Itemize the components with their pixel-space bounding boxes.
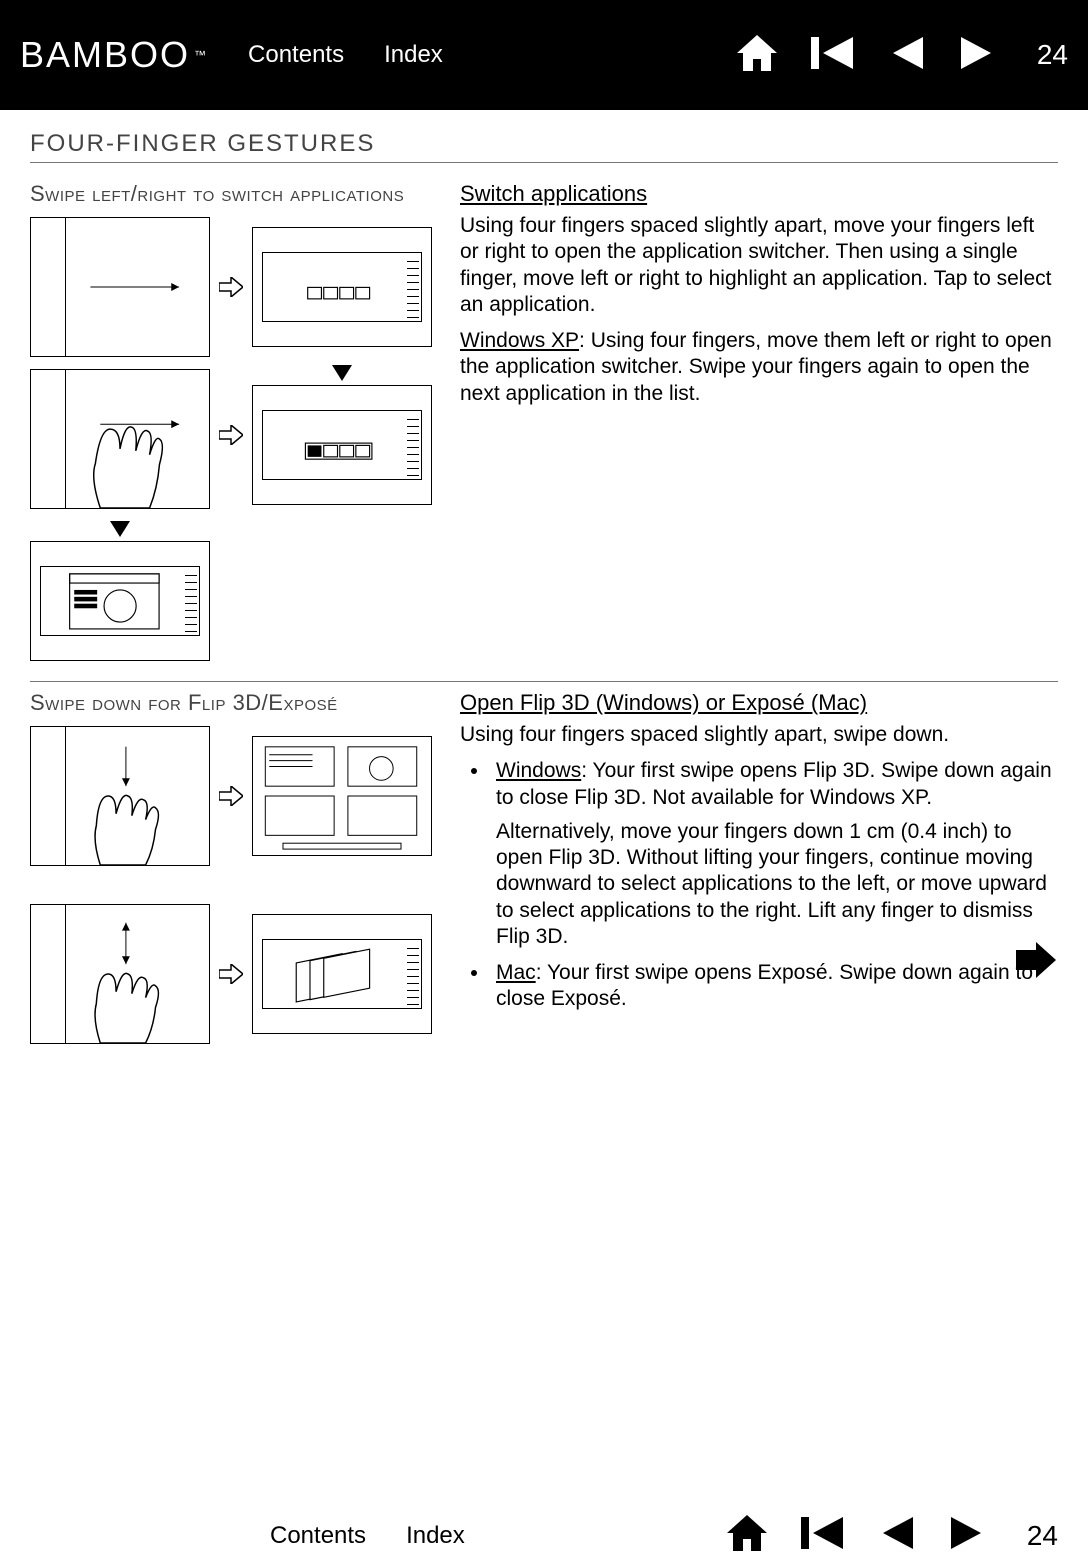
arrow-down-icon — [332, 365, 352, 381]
page-number-top: 24 — [1037, 39, 1068, 71]
screen-flip3d — [252, 914, 432, 1034]
hand-swipe-icon — [31, 370, 209, 508]
hand-swipe-down-icon — [31, 727, 209, 865]
screen-app-switcher — [252, 227, 432, 347]
index-link-top[interactable]: Index — [384, 41, 443, 69]
tablet-swipe-down — [30, 726, 210, 866]
prev-page-icon[interactable] — [887, 33, 927, 78]
nav-icons-top: 24 — [735, 33, 1068, 78]
trademark: ™ — [194, 48, 208, 62]
next-page-icon[interactable] — [957, 33, 997, 78]
tablet-illustration — [30, 217, 210, 357]
action-title-flip3d: Open Flip 3D (Windows) or Exposé (Mac) — [460, 690, 1058, 716]
tablet-swipe-updown — [30, 904, 210, 1044]
brand-text: BAMBOO — [20, 34, 190, 76]
nav-icons-bottom: 24 — [725, 1513, 1058, 1558]
gesture-description-col: Open Flip 3D (Windows) or Exposé (Mac) U… — [450, 690, 1058, 1044]
gesture-row-flip3d: Swipe down for Flip 3D/Exposé — [30, 682, 1058, 1064]
mac-label: Mac — [496, 961, 536, 984]
body-text: Using four fingers spaced slightly apart… — [460, 722, 1058, 748]
page-content: FOUR-FINGER GESTURES Swipe left/right to… — [0, 110, 1088, 1084]
index-link-bottom[interactable]: Index — [406, 1522, 465, 1550]
home-icon[interactable] — [725, 1513, 769, 1558]
brand-logo: BAMBOO ™ — [20, 34, 208, 76]
gesture-illustration-col: Swipe down for Flip 3D/Exposé — [30, 690, 450, 1044]
illustration-grid-2 — [30, 726, 450, 1044]
action-title-switch: Switch applications — [460, 181, 1058, 207]
windows-text-2: Alternatively, move your fingers down 1 … — [496, 819, 1058, 950]
hand-updown-icon — [31, 905, 209, 1043]
app-window-mini — [40, 566, 200, 637]
tablet-illustration-hand — [30, 369, 210, 509]
gesture-illustration-col: Swipe left/right to switch applications — [30, 181, 450, 661]
gesture-description-col: Switch applications Using four fingers s… — [450, 181, 1058, 661]
screen-app-opened — [30, 541, 210, 661]
expose-grid-icon — [253, 737, 431, 855]
prev-page-icon[interactable] — [877, 1513, 917, 1558]
page-number-bottom: 24 — [1027, 1520, 1058, 1552]
top-nav: BAMBOO ™ Contents Index 24 — [0, 0, 1088, 110]
flip3d-mini — [262, 939, 422, 1010]
contents-link-bottom[interactable]: Contents — [270, 1522, 366, 1550]
windows-xp-label: Windows XP — [460, 329, 579, 352]
mac-text: : Your first swipe opens Exposé. Swipe d… — [496, 961, 1033, 1010]
continue-arrow-icon[interactable] — [1014, 940, 1058, 985]
arrow-right-icon — [216, 786, 246, 806]
contents-link-top[interactable]: Contents — [248, 41, 344, 69]
windows-label: Windows — [496, 759, 581, 782]
os-list: Windows: Your first swipe opens Flip 3D.… — [460, 758, 1058, 1012]
home-icon[interactable] — [735, 33, 779, 78]
screen-expose — [252, 736, 432, 856]
first-page-icon[interactable] — [799, 1513, 847, 1558]
gesture-label-flip3d: Swipe down for Flip 3D/Exposé — [30, 690, 450, 716]
app-switcher-mini — [262, 252, 422, 323]
body-text-xp: Windows XP: Using four fingers, move the… — [460, 328, 1058, 407]
app-highlight-mini — [262, 410, 422, 481]
gesture-row-switch-apps: Swipe left/right to switch applications — [30, 173, 1058, 682]
arrow-right-icon — [216, 425, 246, 445]
arrow-down-icon — [110, 521, 130, 537]
arrow-right-icon — [216, 277, 246, 297]
body-text: Using four fingers spaced slightly apart… — [460, 213, 1058, 318]
illustration-grid-1 — [30, 217, 450, 661]
section-title: FOUR-FINGER GESTURES — [30, 130, 1058, 163]
screen-app-highlighted — [252, 385, 432, 505]
bottom-nav: Contents Index 24 — [0, 1513, 1088, 1558]
arrow-right-icon — [216, 964, 246, 984]
hand-four-finger-icon — [31, 218, 209, 356]
list-item-mac: Mac: Your first swipe opens Exposé. Swip… — [490, 960, 1058, 1013]
first-page-icon[interactable] — [809, 33, 857, 78]
next-page-icon[interactable] — [947, 1513, 987, 1558]
gesture-label-switch: Swipe left/right to switch applications — [30, 181, 450, 207]
list-item-windows: Windows: Your first swipe opens Flip 3D.… — [490, 758, 1058, 950]
